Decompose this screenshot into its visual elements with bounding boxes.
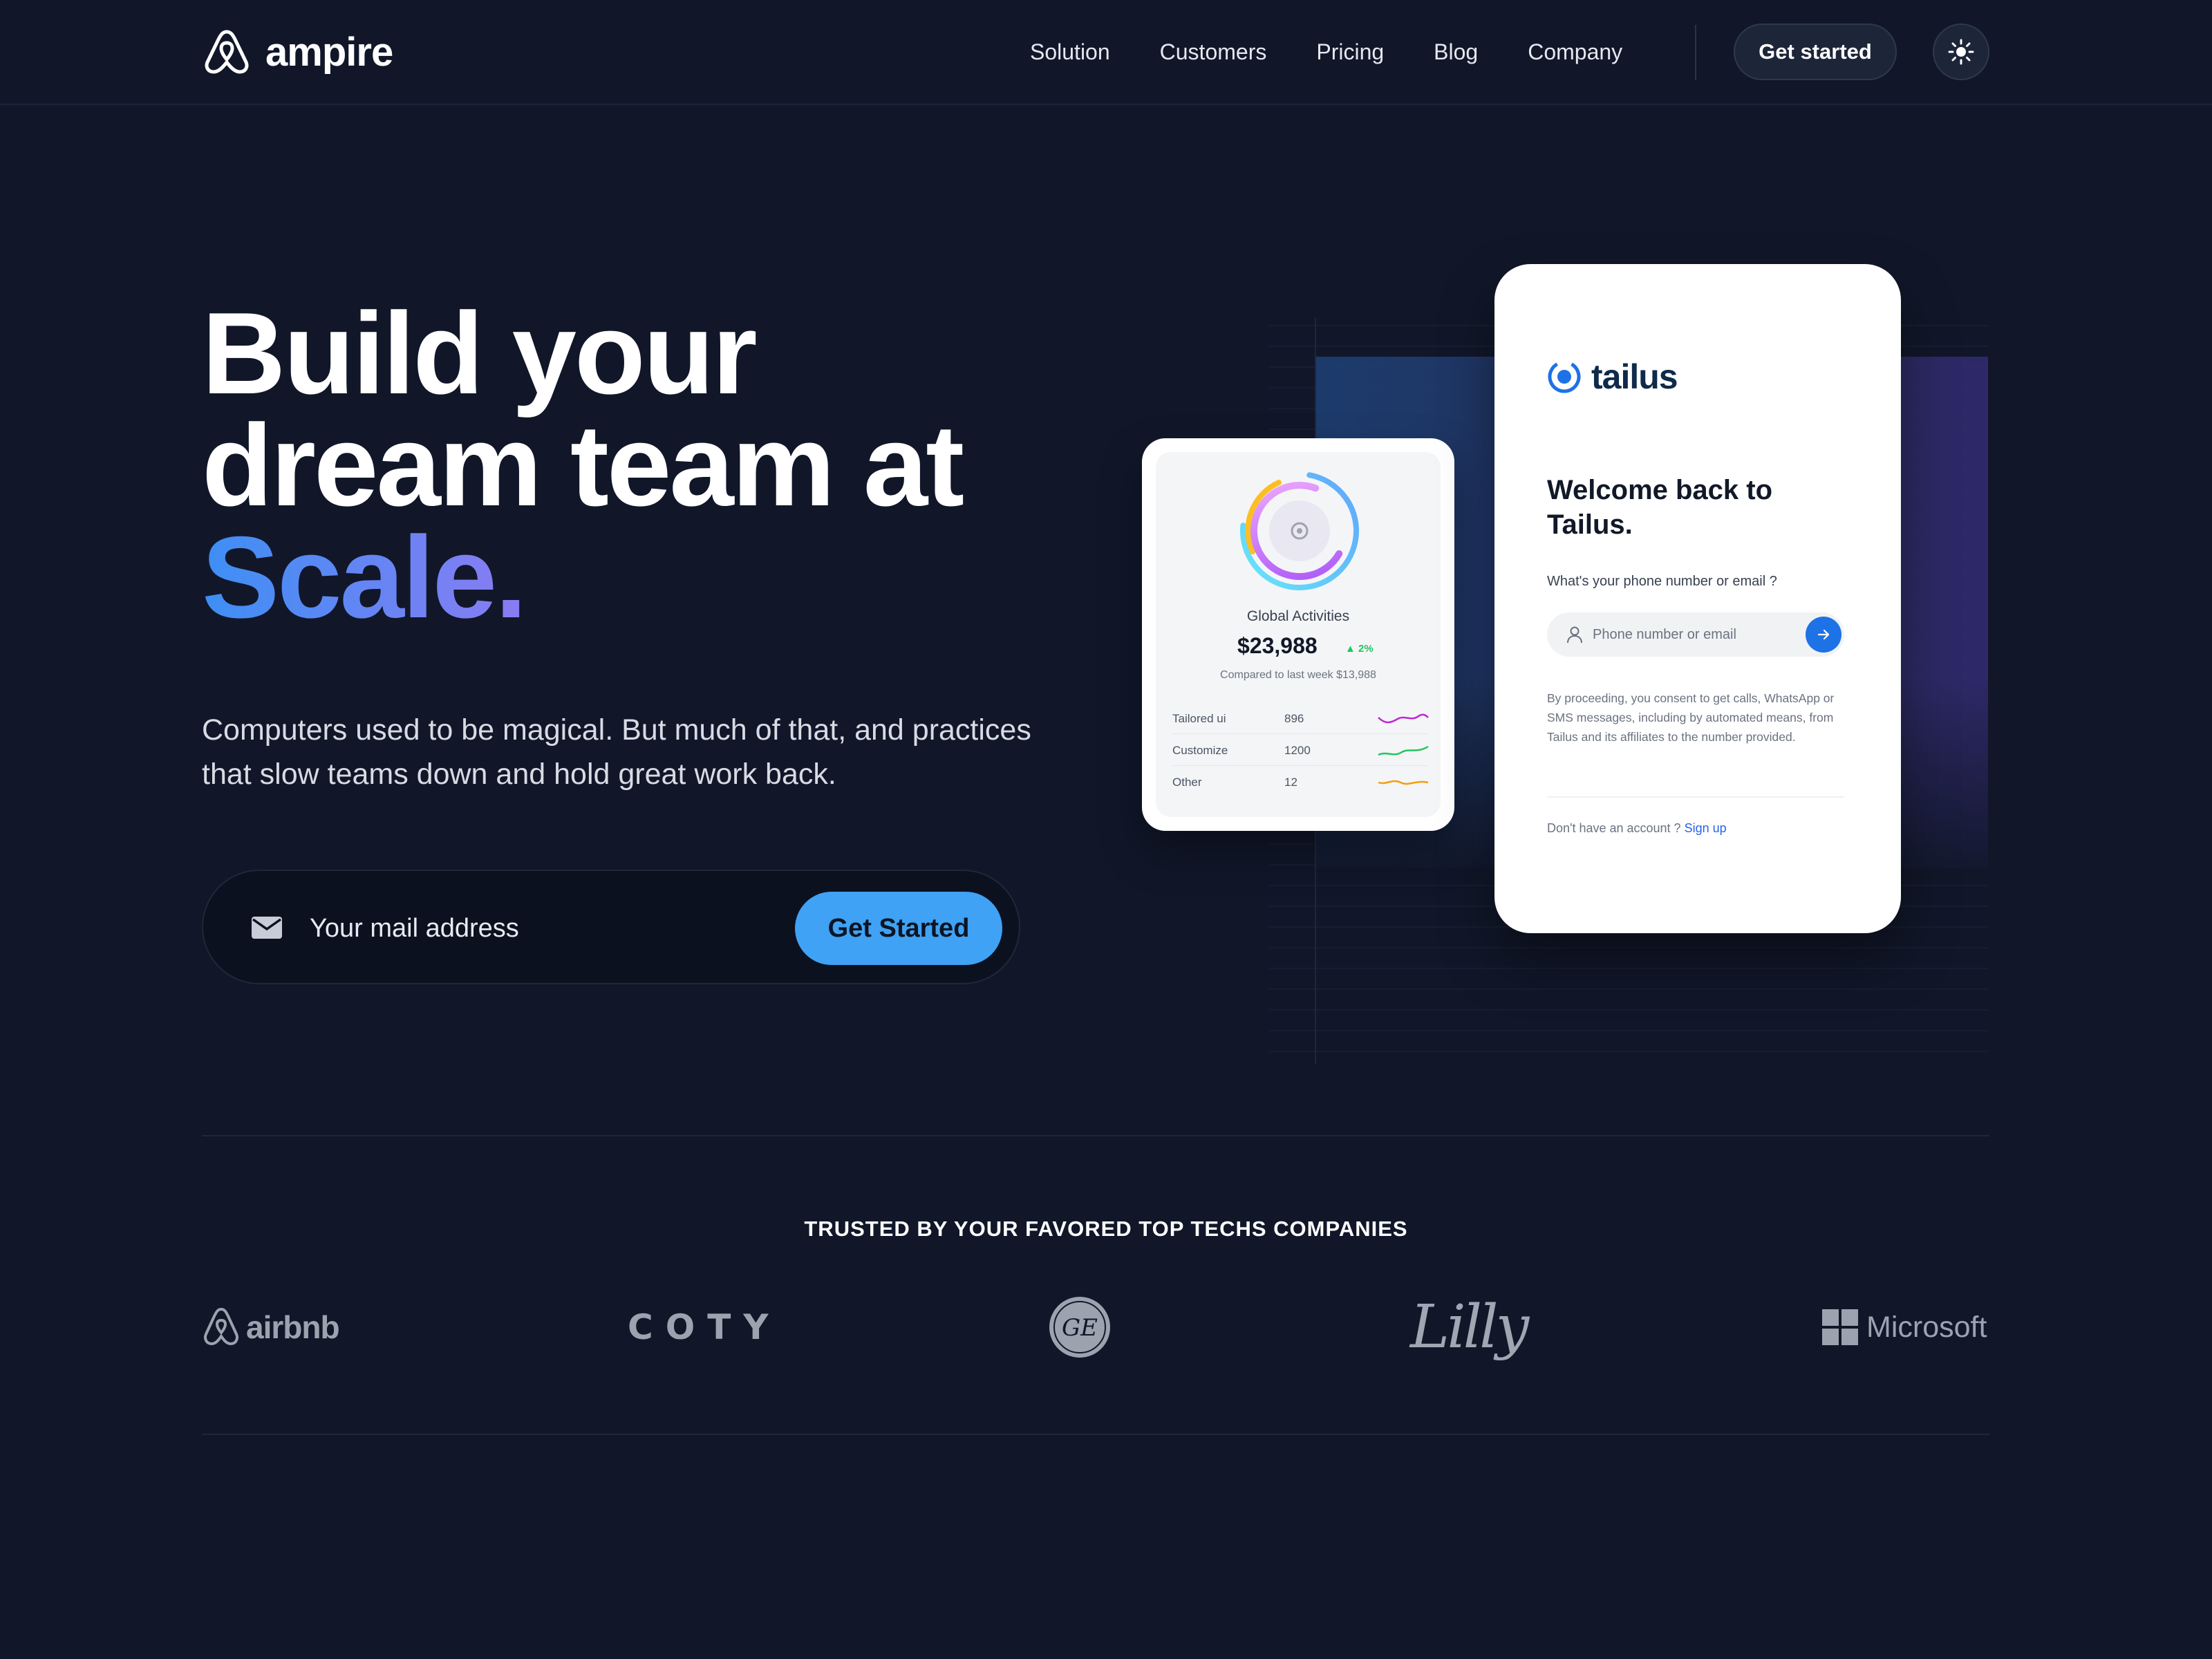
signup-prompt: Don't have an account ? Sign up — [1547, 821, 1727, 836]
airbnb-logo-icon — [204, 1307, 238, 1346]
login-welcome-heading: Welcome back to Tailus. — [1547, 475, 1773, 540]
section-divider-bottom — [202, 1434, 1989, 1435]
coty-logo: COTY — [628, 1307, 781, 1347]
sparkline-purple — [1378, 713, 1429, 724]
ge-logo-icon: GE — [1049, 1297, 1110, 1358]
sparkline-green — [1378, 745, 1429, 756]
headline-highlight: Scale. — [202, 512, 527, 642]
tailus-logo: tailus — [1547, 357, 1678, 397]
login-continue-button[interactable] — [1806, 617, 1841, 653]
mail-icon — [252, 917, 282, 939]
activities-amount: $23,988 — [1237, 633, 1318, 658]
hero-subtitle: Computers used to be magical. But much o… — [202, 713, 1031, 791]
consent-text: By proceeding, you consent to get calls,… — [1547, 691, 1835, 744]
activities-change-badge: ▲ 2% — [1345, 643, 1374, 655]
phone-email-input[interactable] — [1593, 619, 1793, 650]
sparkline-orange — [1378, 780, 1429, 785]
activities-change-value: 2% — [1358, 643, 1374, 655]
row-name: Customize — [1172, 744, 1228, 757]
activity-row: Tailored ui 896 — [1172, 706, 1429, 734]
lilly-logo: Lilly — [1410, 1293, 1529, 1362]
email-input[interactable] — [310, 903, 766, 954]
nav-link-customers[interactable]: Customers — [1160, 35, 1267, 69]
brand-logo[interactable]: ampire — [202, 28, 393, 76]
get-started-nav-button[interactable]: Get started — [1734, 24, 1897, 80]
theme-toggle-button[interactable] — [1933, 24, 1989, 80]
row-value: 1200 — [1284, 744, 1311, 757]
get-started-submit-button[interactable]: Get Started — [795, 892, 1002, 965]
row-name: Tailored ui — [1172, 712, 1226, 725]
no-account-text: Don't have an account ? — [1547, 821, 1681, 835]
phone-email-field — [1547, 612, 1844, 657]
headline-line-1: Build your — [202, 288, 758, 418]
airbnb-logo: airbnb — [202, 1293, 340, 1362]
login-card: tailus Welcome back to Tailus. What's yo… — [1494, 264, 1901, 933]
brand-name: ampire — [265, 29, 393, 75]
row-name: Other — [1172, 776, 1202, 789]
ampire-logo-icon — [205, 30, 249, 74]
global-activities-panel: Global Activities $23,988 ▲ 2% Compared … — [1156, 452, 1441, 817]
activities-title: Global Activities — [1246, 608, 1350, 624]
activities-compare: Compared to last week $13,988 — [1220, 669, 1376, 681]
nav-link-solution[interactable]: Solution — [1030, 35, 1110, 69]
microsoft-logo-icon — [1822, 1309, 1858, 1345]
top-navbar: ampire Solution Customers Pricing Blog C… — [0, 0, 2212, 105]
ge-monogram: GE — [1062, 1314, 1098, 1342]
login-question-label: What's your phone number or email ? — [1547, 574, 1777, 589]
global-activities-card: Global Activities $23,988 ▲ 2% Compared … — [1142, 438, 1454, 831]
ge-logo: GE — [1048, 1293, 1112, 1362]
nav-link-company[interactable]: Company — [1528, 35, 1622, 69]
nav-divider — [1695, 25, 1696, 80]
nav-link-blog[interactable]: Blog — [1434, 35, 1478, 69]
email-signup-form: Get Started — [202, 870, 1020, 984]
login-divider — [1547, 796, 1844, 798]
microsoft-logo: Microsoft — [1822, 1293, 1987, 1362]
airbnb-wordmark: airbnb — [246, 1309, 340, 1345]
row-value: 896 — [1284, 712, 1304, 725]
nav-link-pricing[interactable]: Pricing — [1316, 35, 1384, 69]
trusted-heading: TRUSTED BY YOUR FAVORED TOP TECHS COMPAN… — [804, 1217, 1408, 1241]
tailus-brand-name: tailus — [1591, 357, 1678, 396]
hero-headline: Build your dream team at Scale. — [202, 295, 964, 635]
microsoft-wordmark: Microsoft — [1866, 1310, 1987, 1344]
tailus-logo-icon — [1548, 360, 1581, 393]
sun-icon — [1948, 39, 1974, 65]
activity-row: Customize 1200 — [1172, 738, 1429, 766]
signup-link[interactable]: Sign up — [1685, 821, 1727, 835]
headline-line-2: dream team at — [202, 400, 964, 530]
row-value: 12 — [1284, 776, 1297, 789]
section-divider-top — [202, 1135, 1989, 1136]
activity-donut-chart — [1240, 471, 1359, 590]
arrow-right-icon — [1817, 629, 1830, 640]
main-nav: Solution Customers Pricing Blog Company — [1030, 35, 1672, 69]
activity-row: Other 12 — [1172, 770, 1429, 798]
user-icon — [1567, 626, 1582, 644]
